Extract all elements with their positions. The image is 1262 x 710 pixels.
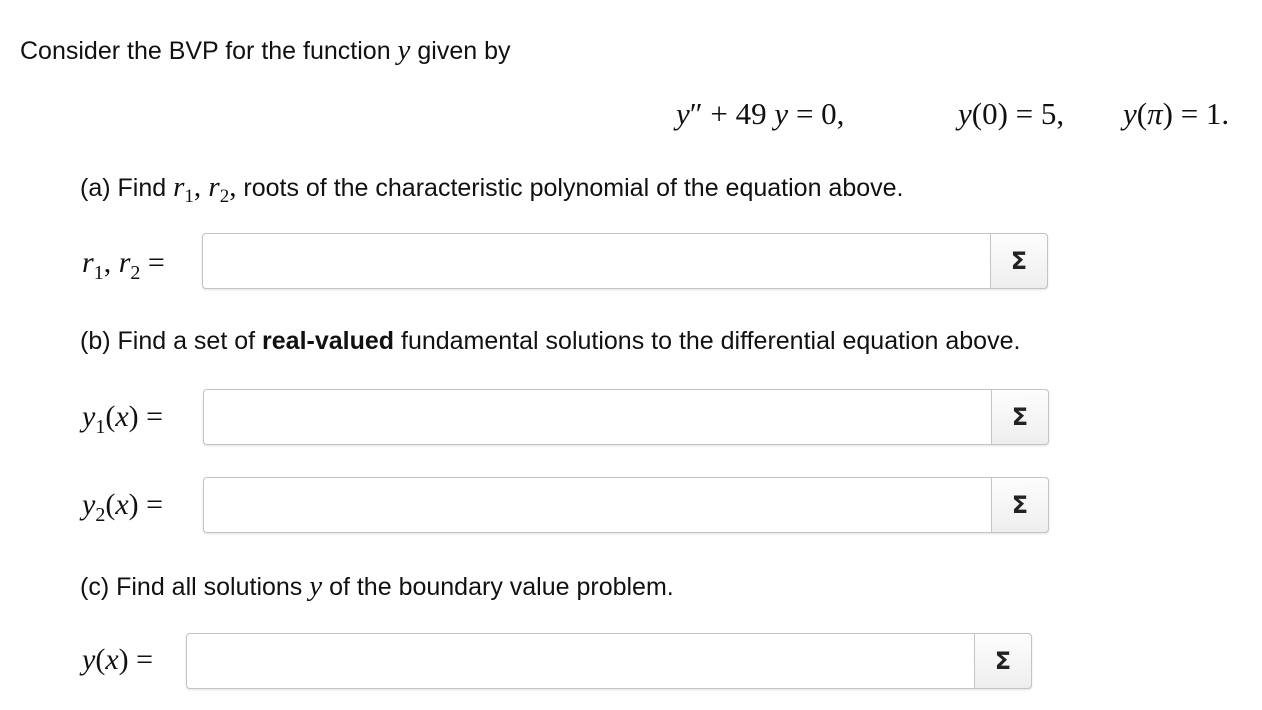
y-label: y(x) = [82,643,154,676]
part-c-suffix: of the boundary value problem. [322,573,674,601]
intro-var: y [397,34,411,66]
r1r2-equation-editor-button[interactable]: Σ [990,233,1048,289]
part-c-prefix: (c) Find all solutions [80,573,310,601]
y1-answer-box: Σ [203,389,1049,445]
y1-label: y1(x) = [82,400,164,438]
sigma-icon: Σ [1011,491,1029,519]
r1r2-label: r1, r2 = [82,246,165,284]
part-b-prompt: (b) Find a set of real-valued fundamenta… [80,329,1020,354]
part-c-var: y [309,570,323,602]
part-c-prompt: (c) Find all solutions y of the boundary… [80,572,674,601]
y-equation-editor-button[interactable]: Σ [974,633,1032,689]
y1-equation-editor-button[interactable]: Σ [991,389,1049,445]
y2-answer-box: Σ [203,477,1049,533]
part-a-suffix: roots of the characteristic polynomial o… [236,174,904,202]
y2-label: y2(x) = [82,488,164,526]
sigma-icon: Σ [1010,247,1028,275]
part-a-prompt: (a) Find r1, r2, roots of the characteri… [80,171,904,207]
sigma-icon: Σ [1011,403,1029,431]
y2-input[interactable] [204,478,992,532]
part-b-prefix: (b) Find a set of [80,327,263,355]
intro-text: Consider the BVP for the function y give… [20,36,510,65]
y2-equation-editor-button[interactable]: Σ [991,477,1049,533]
y1-input[interactable] [204,390,992,444]
intro-after: given by [410,37,511,65]
y-input[interactable] [187,634,975,688]
intro-before: Consider the BVP for the function [20,37,398,65]
y-answer-box: Σ [186,633,1032,689]
r1r2-input[interactable] [203,234,991,288]
part-b-suffix: fundamental solutions to the differentia… [394,327,1021,355]
sigma-icon: Σ [994,647,1012,675]
part-a-vars: r1, r2, [173,171,237,207]
ode-equation: y″ + 49 y = 0, [676,96,845,131]
part-b-bold: real-valued [262,327,395,355]
part-a-prefix: (a) Find [80,174,174,202]
boundary-condition-2: y(π) = 1. [1123,96,1230,131]
boundary-condition-1: y(0) = 5, [958,96,1065,131]
r1r2-answer-box: Σ [202,233,1048,289]
